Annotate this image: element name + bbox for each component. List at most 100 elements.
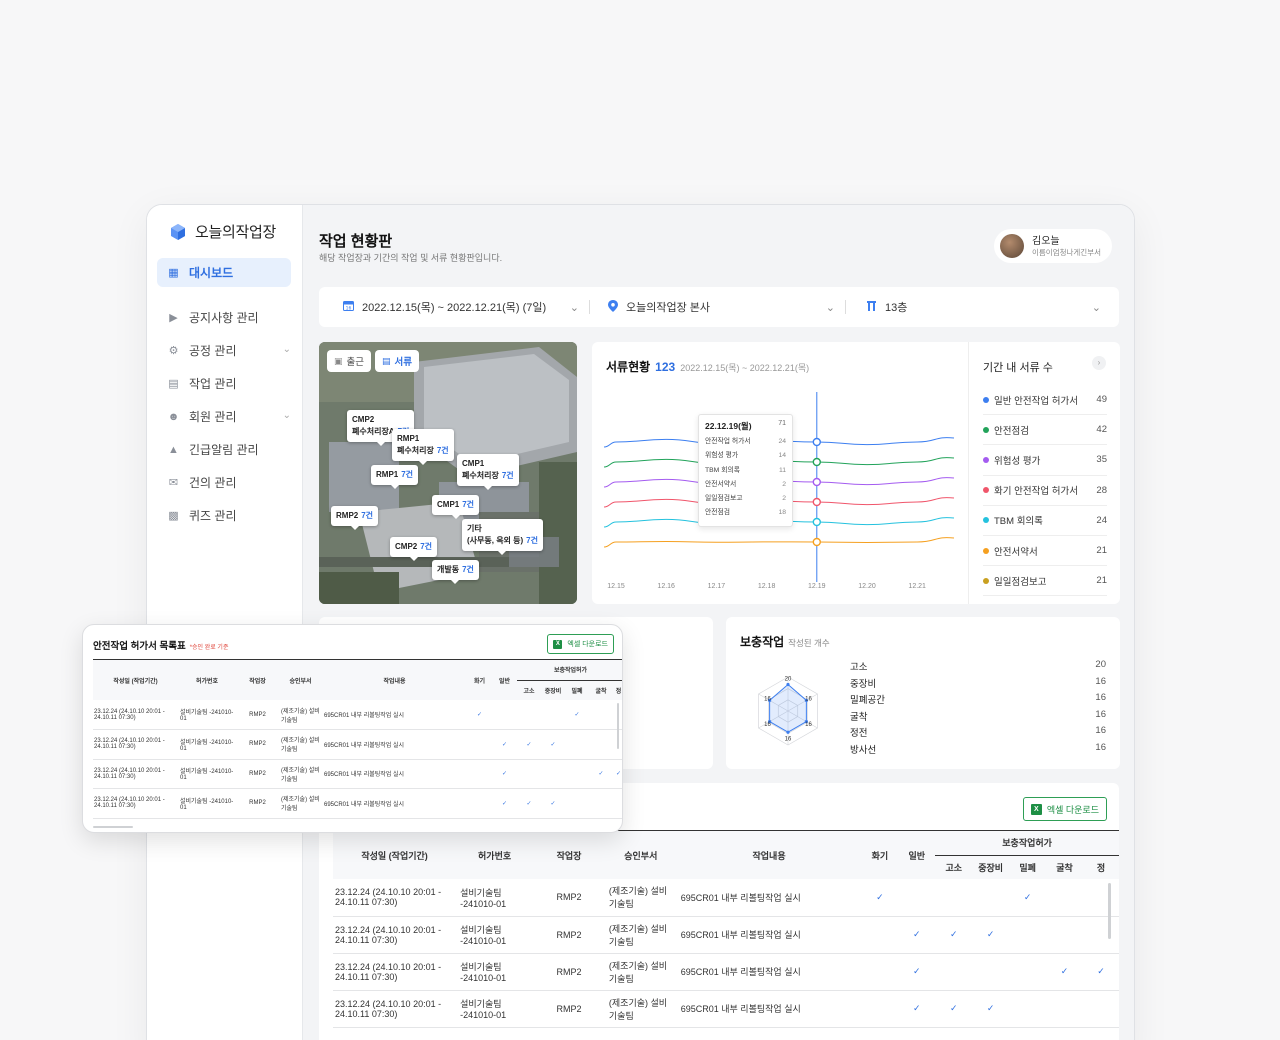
mail-icon: ✉ xyxy=(168,477,179,489)
check-icon: ✓ xyxy=(898,953,936,991)
cell-date: 23.12.24 (24.10.10 20:01 - 24.10.11 07:3… xyxy=(93,759,178,789)
legend-dot xyxy=(983,426,989,433)
table-row[interactable]: 23.12.24 (24.10.10 20:01 - 24.10.11 07:3… xyxy=(93,729,622,760)
date-range-select[interactable]: 16 2022.12.15(목) ~ 2022.12.21(목) (7일) ⌄ xyxy=(319,287,589,327)
cell-site: RMP2 xyxy=(236,788,279,819)
sidebar-item[interactable]: ▩ 퀴즈 관리 xyxy=(157,501,291,530)
cell-dept: (제조기술) 설비기술팀 xyxy=(279,700,322,730)
table-row[interactable]: 23.12.24 (24.10.10 20:01 - 24.10.11 07:3… xyxy=(333,990,1119,1028)
table-row[interactable]: 23.12.24 (24.10.10 20:01 - 24.10.11 07:3… xyxy=(93,759,622,789)
site-select[interactable]: 오늘의작업장 본사 ⌄ xyxy=(590,287,845,327)
logo[interactable]: 오늘의작업장 xyxy=(169,221,276,242)
group-header: 보충작업허가 xyxy=(517,660,622,681)
table-header-row: 작성일 (작업기간) 허가번호 작업장 승인부서 작업내용 화기 일반 보충작업허가 xyxy=(333,831,1119,879)
documents-toggle[interactable]: ▤ 서류 xyxy=(375,350,419,372)
vertical-scrollbar[interactable] xyxy=(617,703,619,749)
chevron-right-icon[interactable]: › xyxy=(1092,356,1106,370)
highlight-point[interactable] xyxy=(812,537,822,547)
table-row[interactable]: 23.12.24 (24.10.10 20:01 - 24.10.11 07:3… xyxy=(333,953,1119,991)
check-icon: ✓ xyxy=(972,916,1010,954)
floor-select[interactable]: 13층 ⌄ xyxy=(846,287,1119,327)
vertical-scrollbar[interactable] xyxy=(1108,883,1111,939)
user-profile[interactable]: 김오늘 이름이엄청나게긴부서 xyxy=(994,229,1112,263)
sidebar-item[interactable]: ✉ 건의 관리 xyxy=(157,468,291,497)
pin-name: CMP2 xyxy=(352,415,375,424)
main-content: 작업 현황판 해당 작업장과 기간의 작업 및 서류 현황판입니다. 김오늘 이… xyxy=(303,205,1134,1040)
document-type-label: 안전점검 xyxy=(994,425,1029,437)
document-count-row[interactable]: TBM 회의록 24 xyxy=(983,506,1107,536)
site-map[interactable]: ▣ 출근 ▤ 서류 CMP2 폐수처리장A 7건 RMP1.폐수처리장7건 RMP1… xyxy=(319,342,577,604)
permit-list-popup: 안전작업 허가서 목록표 *승인 완료 기준 X 엑셀 다운로드 작성일 (작업기… xyxy=(82,624,623,833)
empty-cell xyxy=(1083,879,1119,917)
period-documents-title: 기간 내 서류 수 xyxy=(983,362,1053,374)
map-pin[interactable]: RMP1 7건 xyxy=(371,465,419,489)
empty-cell xyxy=(861,916,899,954)
highlight-point[interactable] xyxy=(812,497,822,507)
table-row[interactable]: 23.12.24 (24.10.10 20:01 - 24.10.11 07:3… xyxy=(333,879,1119,917)
highlight-point[interactable] xyxy=(812,517,822,527)
supplement-row: 중장비 16 xyxy=(850,676,1106,693)
cell-date: 23.12.24 (24.10.10 20:01 - 24.10.11 07:3… xyxy=(333,916,457,954)
empty-cell xyxy=(1009,916,1047,954)
documents-header: 서류현황 123 2022.12.15(목) ~ 2022.12.21(목) xyxy=(606,358,809,375)
document-type-label: 위험성 평가 xyxy=(994,455,1041,467)
empty-cell xyxy=(972,953,1010,991)
user-name: 김오늘 xyxy=(1032,235,1060,247)
table-row[interactable]: 23.12.24 (24.10.10 20:01 - 24.10.11 07:3… xyxy=(333,916,1119,954)
document-count-row[interactable]: 일일점검보고 21 xyxy=(983,566,1107,597)
highlight-point[interactable] xyxy=(812,477,822,487)
sidebar-item[interactable]: ▶ 공지사항 관리 xyxy=(157,303,291,332)
column-header: 굴착 xyxy=(589,680,613,700)
table-row[interactable]: 23.12.24 (24.10.10 20:01 - 24.10.11 07:3… xyxy=(93,788,622,819)
sidebar-item[interactable]: ⚙ 공정 관리 ⌄ xyxy=(157,336,291,365)
map-pin[interactable]: RMP2 7건 xyxy=(331,506,379,530)
map-pin[interactable]: RMP1.폐수처리장7건 xyxy=(392,429,454,465)
pin-name: CMP1 xyxy=(437,500,460,509)
cell-date: 23.12.24 (24.10.10 20:01 - 24.10.11 07:3… xyxy=(93,729,178,760)
excel-download-button[interactable]: X 엑셀 다운로드 xyxy=(1022,797,1107,821)
empty-cell xyxy=(1083,916,1119,954)
map-pin[interactable]: CMP2 7건 xyxy=(390,537,438,561)
map-pin[interactable]: CMP1 폐수처리장 7건 xyxy=(457,454,519,490)
supplement-label: 밀폐공간 xyxy=(850,695,885,706)
document-count-row[interactable]: 안전점검 42 xyxy=(983,415,1107,446)
document-count-row[interactable]: 일반 안전작업 허가서 49 xyxy=(983,385,1107,416)
attendance-label: 출근 xyxy=(346,357,364,368)
sidebar-item[interactable]: ☻ 회원 관리 ⌄ xyxy=(157,402,291,431)
cell-date: 23.12.24 (24.10.10 20:01 - 24.10.11 07:3… xyxy=(333,879,457,917)
calendar-icon: 16 xyxy=(343,300,354,314)
highlight-point[interactable] xyxy=(812,457,822,467)
map-pin[interactable]: 기타 (사무동, 옥외 등) 7건 xyxy=(462,519,543,555)
highlight-point[interactable] xyxy=(812,437,822,447)
attendance-toggle[interactable]: ▣ 출근 xyxy=(327,350,371,372)
excel-download-button[interactable]: X 엑셀 다운로드 xyxy=(547,634,614,654)
cell-dept: (제조기술) 설비기술팀 xyxy=(279,788,322,819)
empty-cell xyxy=(541,759,565,789)
cell-date: 23.12.24 (24.10.10 20:01 - 24.10.11 07:3… xyxy=(333,990,457,1028)
cell-site: RMP2 xyxy=(236,700,279,730)
tooltip-value: 2 xyxy=(782,480,786,488)
excel-label: 엑셀 다운로드 xyxy=(567,641,608,648)
supplement-value: 20 xyxy=(1095,659,1106,670)
map-pin[interactable]: CMP1 7건 xyxy=(432,495,480,519)
x-tick-label: 12.16 xyxy=(657,583,675,590)
empty-cell xyxy=(467,759,492,789)
column-header: 굴착 xyxy=(1046,855,1084,879)
chevron-down-icon: ⌄ xyxy=(282,344,291,355)
sidebar-item[interactable]: ▦ 대시보드 xyxy=(157,258,291,287)
document-type-label: TBM 회의록 xyxy=(994,516,1043,528)
clipboard-icon: ▤ xyxy=(382,355,391,366)
sidebar-item[interactable]: ▤ 작업 관리 xyxy=(157,369,291,398)
documents-status-card: 서류현황 123 2022.12.15(목) ~ 2022.12.21(목) 1… xyxy=(592,342,1120,604)
pin-count: 7건 xyxy=(462,500,475,509)
cell-site: RMP2 xyxy=(533,990,605,1028)
documents-range: 2022.12.15(목) ~ 2022.12.21(목) xyxy=(680,363,810,373)
table-row[interactable]: 23.12.24 (24.10.10 20:01 - 24.10.11 07:3… xyxy=(93,700,622,730)
document-count-row[interactable]: 안전서약서 21 xyxy=(983,536,1107,567)
sidebar-item[interactable]: ▲ 긴급알림 관리 xyxy=(157,435,291,464)
document-count-row[interactable]: 화기 안전작업 허가서 28 xyxy=(983,476,1107,506)
horizontal-scrollbar[interactable] xyxy=(93,826,133,828)
document-count-row[interactable]: 위험성 평가 35 xyxy=(983,445,1107,476)
map-pin[interactable]: 개발동 7건 xyxy=(432,560,479,584)
column-header: 중장비 xyxy=(972,855,1010,879)
